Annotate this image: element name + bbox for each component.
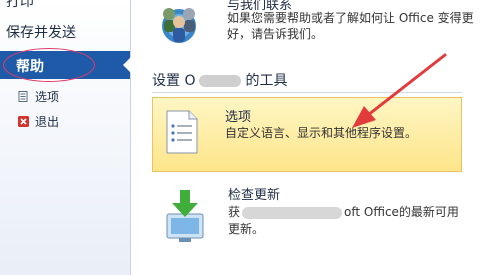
- section-header: 设置 O 的工具: [152, 70, 287, 90]
- redaction-blur: [242, 206, 343, 219]
- contact-users-icon[interactable]: [155, 0, 203, 48]
- nav-options-label: 选项: [35, 90, 60, 104]
- section-header-right: 的工具: [245, 73, 288, 89]
- nav-options[interactable]: 选项: [18, 88, 59, 105]
- nav-print[interactable]: 打印: [6, 0, 136, 11]
- section-header-left: 设置: [152, 73, 180, 89]
- check-updates-title: 检查更新: [228, 188, 281, 203]
- updates-desc-left: 获: [228, 205, 241, 219]
- check-updates-description: 获 oft Office的最新可用更新。: [228, 203, 460, 237]
- redaction-blur: [199, 75, 242, 87]
- backstage-nav: 打印 保存并发送 帮助 选项 退出: [0, 0, 131, 275]
- selected-pointer: [123, 57, 131, 73]
- options-card-description: 自定义语言、显示和其他程序设置。: [225, 126, 418, 140]
- section-header-partial: O: [184, 73, 196, 89]
- contact-description: 如果您需要帮助或者了解如何让 Office 变得更好，请告诉我们。: [227, 11, 474, 41]
- options-card[interactable]: 选项 自定义语言、显示和其他程序设置。: [152, 97, 462, 172]
- options-icon: [18, 91, 29, 102]
- nav-exit[interactable]: 退出: [18, 113, 59, 130]
- section-divider: [152, 92, 462, 93]
- options-document-icon: [165, 110, 199, 154]
- options-card-title: 选项: [225, 110, 252, 125]
- close-icon: [18, 116, 29, 127]
- annotation-oval: [3, 48, 95, 82]
- check-updates-card[interactable]: 检查更新 获 oft Office的最新可用更新。: [152, 178, 460, 248]
- update-download-icon: [162, 188, 208, 244]
- nav-save-send[interactable]: 保存并发送: [6, 22, 136, 42]
- nav-exit-label: 退出: [35, 115, 60, 129]
- updates-desc-mid: oft Office: [344, 205, 399, 219]
